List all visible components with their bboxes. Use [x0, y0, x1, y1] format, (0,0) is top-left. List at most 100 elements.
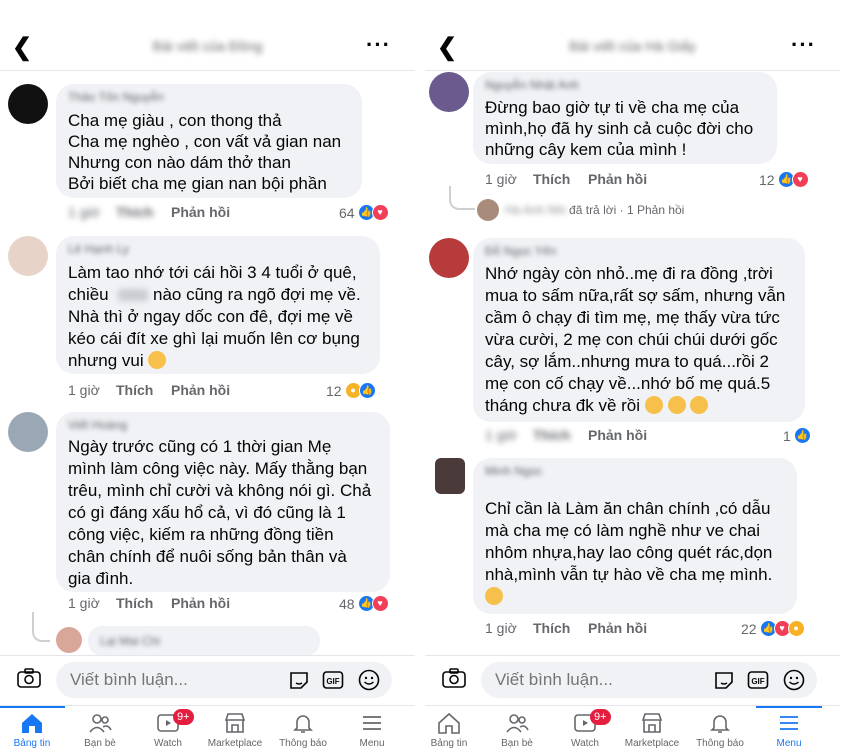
comment-line: kéo cái đít xe ghì lại muốn lên cơ bụng: [68, 329, 360, 348]
avatar[interactable]: [56, 627, 82, 653]
like-reaction-icon: 👍: [358, 382, 376, 399]
tab-watch[interactable]: 9+ Watch: [133, 706, 203, 751]
avatar[interactable]: [477, 199, 499, 221]
tab-friends[interactable]: Bạn bè: [482, 706, 552, 751]
tab-label: Watch: [571, 738, 599, 749]
comment-line: Cha mẹ nghèo , con vất vả gian nan: [68, 132, 342, 151]
home-icon: [22, 714, 42, 733]
tab-notifications[interactable]: Thông báo: [268, 706, 338, 751]
tab-label: Watch: [154, 738, 182, 749]
reaction-summary[interactable]: 1 👍: [783, 427, 811, 444]
reaction-summary[interactable]: 64 👍 ♥: [339, 204, 389, 221]
comment-line: trêu, mình chỉ cười và không nói gì. Chả: [68, 481, 372, 500]
menu-icon: [780, 716, 798, 730]
reaction-count: 12: [759, 171, 775, 188]
tab-label: Thông báo: [696, 738, 744, 749]
avatar[interactable]: [429, 72, 469, 112]
sticker-icon[interactable]: [288, 669, 310, 691]
avatar[interactable]: [435, 458, 465, 494]
reply-link[interactable]: Phản hồi: [171, 595, 230, 611]
marketplace-icon: [641, 713, 663, 733]
like-link[interactable]: Thích: [533, 620, 570, 636]
reaction-summary[interactable]: 22 👍 ♥ ●: [741, 620, 805, 637]
comment-input[interactable]: [493, 669, 697, 691]
comment-author[interactable]: Lê Hạnh Ly: [68, 242, 129, 256]
comment-line: nào cũng ra ngõ đợi mẹ về.: [153, 285, 361, 304]
tab-menu[interactable]: Menu: [754, 706, 824, 751]
comment-author[interactable]: Viết Hoàng: [68, 418, 127, 432]
comment-line: chân chính để nuôi sống bản thân và: [68, 547, 347, 566]
tab-friends[interactable]: Bạn bè: [65, 706, 135, 751]
comment-bubble: Minh Ngọc Chỉ cần là Làm ăn chân chính ,…: [473, 458, 797, 614]
comment-line: Nhưng con nào dám thở than: [68, 153, 291, 172]
sticker-icon[interactable]: [713, 669, 735, 691]
tab-watch[interactable]: 9+ Watch: [550, 706, 620, 751]
reply-link[interactable]: Phản hồi: [588, 171, 647, 187]
post-title: Bài viết của Hà Giấy: [569, 38, 696, 54]
like-link[interactable]: Thích: [116, 204, 153, 220]
comment-author[interactable]: Đỗ Ngọc Yến: [485, 244, 556, 258]
tab-notifications[interactable]: Thông báo: [685, 706, 755, 751]
comment-composer: GIF: [425, 655, 840, 704]
like-link[interactable]: Thích: [116, 595, 153, 611]
comment-author[interactable]: Minh Ngọc: [485, 464, 542, 478]
reply-link[interactable]: Phản hồi: [588, 620, 647, 636]
emoji-icon[interactable]: [783, 669, 805, 691]
tab-label: Bảng tin: [430, 738, 468, 749]
comment-line: công việc, kiếm ra những đồng tiền: [68, 525, 334, 544]
camera-icon[interactable]: [17, 668, 41, 688]
comment-line: mẹ con cố chạy về...nhớ bố mẹ quá.5: [485, 374, 771, 393]
bell-icon: [710, 715, 730, 733]
reaction-count: 48: [339, 595, 355, 612]
comment-time: 1 giờ: [68, 595, 100, 611]
panel-divider: [415, 0, 425, 751]
reaction-summary[interactable]: 12 ● 👍: [326, 382, 376, 399]
comment-line: gia đình.: [68, 569, 134, 588]
like-reaction-icon: 👍: [793, 427, 811, 444]
marketplace-icon: [224, 713, 246, 733]
reaction-summary[interactable]: 48 👍 ♥: [339, 595, 389, 612]
comment-line: mua to sấm nữa,rất sợ sấm, nhưng vẫn: [485, 286, 786, 305]
like-link[interactable]: Thích: [533, 171, 570, 187]
pensive-emoji-icon: [667, 396, 686, 414]
comment-line: nhôm nhựa,hay lao công quét rác,dọn: [485, 543, 773, 562]
reaction-summary[interactable]: 12 👍 ♥: [759, 171, 809, 188]
tab-home[interactable]: Bảng tin: [0, 706, 67, 751]
avatar[interactable]: [8, 412, 48, 452]
tab-marketplace[interactable]: Marketplace: [200, 706, 270, 751]
comment-line: mà cha mẹ có làm nghề như ve chai: [485, 521, 761, 540]
more-options-icon[interactable]: ···: [366, 32, 391, 58]
gif-icon[interactable]: GIF: [747, 669, 769, 691]
tab-label: Menu: [359, 738, 385, 749]
reply-link[interactable]: Phản hồi: [588, 427, 647, 443]
tab-marketplace[interactable]: Marketplace: [617, 706, 687, 751]
avatar[interactable]: [429, 238, 469, 278]
left-screenshot-panel: ❮ Bài viết của Đồng ··· Thảo Tốn Nguyễn …: [0, 0, 415, 751]
comment-author[interactable]: Lại Mai Chi: [100, 634, 160, 648]
tab-label: Marketplace: [624, 738, 680, 749]
reply-link[interactable]: Phản hồi: [171, 382, 230, 398]
reply-preview[interactable]: Hà Anh Nhi đã trả lời · 1 Phản hồi: [505, 203, 684, 217]
menu-icon: [363, 716, 381, 730]
svg-text:GIF: GIF: [751, 677, 764, 686]
comment-line: Cha mẹ giàu , con thong thả: [68, 111, 282, 130]
like-link[interactable]: Thích: [116, 382, 153, 398]
emoji-icon[interactable]: [358, 669, 380, 691]
comment-author[interactable]: Nguyễn Nhật Anh: [485, 78, 579, 92]
avatar[interactable]: [8, 84, 48, 124]
reply-link[interactable]: Phản hồi: [171, 204, 230, 220]
comment-input-box[interactable]: GIF: [481, 662, 817, 698]
like-link[interactable]: Thích: [533, 427, 570, 443]
avatar[interactable]: [8, 236, 48, 276]
comment-author[interactable]: Thảo Tốn Nguyễn: [68, 90, 164, 104]
pensive-emoji-icon: [690, 396, 709, 414]
tab-menu[interactable]: Menu: [337, 706, 407, 751]
gif-icon[interactable]: GIF: [322, 669, 344, 691]
comment-input[interactable]: [68, 669, 272, 691]
camera-icon[interactable]: [442, 668, 466, 688]
comment-input-box[interactable]: GIF: [56, 662, 392, 698]
tab-home[interactable]: Bảng tin: [425, 706, 484, 751]
smiling-emoji-icon: [485, 587, 503, 605]
comment-line-text: nhưng vui: [68, 351, 144, 370]
more-options-icon[interactable]: ···: [791, 32, 816, 58]
